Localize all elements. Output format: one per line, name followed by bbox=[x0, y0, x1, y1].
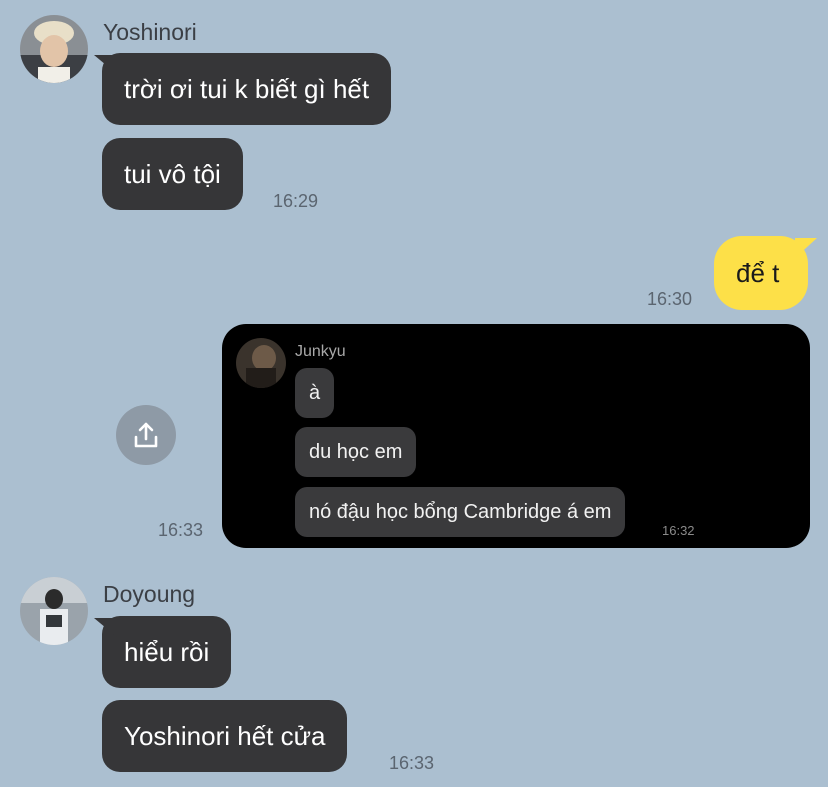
inner-message-bubble: à bbox=[295, 368, 335, 418]
avatar-junkyu bbox=[236, 338, 286, 388]
my-message-bubble[interactable]: để t bbox=[714, 236, 808, 310]
message-time: 16:30 bbox=[647, 289, 693, 309]
message-bubble[interactable]: hiểu rồi bbox=[102, 616, 232, 688]
sender-name-doyoung: Doyoung bbox=[103, 581, 196, 607]
avatar-doyoung-image bbox=[20, 577, 88, 645]
inner-message-time: 16:32 bbox=[662, 523, 695, 538]
message-bubble[interactable]: tui vô tội bbox=[102, 138, 243, 210]
avatar-doyoung[interactable] bbox=[20, 577, 88, 645]
message-time: 16:33 bbox=[158, 520, 204, 540]
inner-message-bubble: du học em bbox=[295, 427, 417, 477]
sender-name-yoshinori: Yoshinori bbox=[103, 19, 197, 45]
message-time: 16:33 bbox=[389, 753, 435, 773]
share-upload-icon bbox=[134, 422, 158, 448]
shared-screenshot[interactable]: Junkyu à du học em nó đậu học bổng Cambr… bbox=[222, 324, 810, 548]
message-time: 16:29 bbox=[273, 191, 319, 211]
message-bubble[interactable]: trời ơi tui k biết gì hết bbox=[102, 53, 392, 125]
inner-sender-name: Junkyu bbox=[295, 343, 346, 360]
avatar-junkyu-image bbox=[236, 338, 286, 388]
avatar-yoshinori[interactable] bbox=[20, 15, 88, 83]
share-button[interactable] bbox=[116, 405, 176, 465]
avatar-yoshinori-image bbox=[20, 15, 88, 83]
message-bubble[interactable]: Yoshinori hết cửa bbox=[102, 700, 348, 772]
inner-message-bubble: nó đậu học bổng Cambridge á em bbox=[295, 487, 626, 537]
